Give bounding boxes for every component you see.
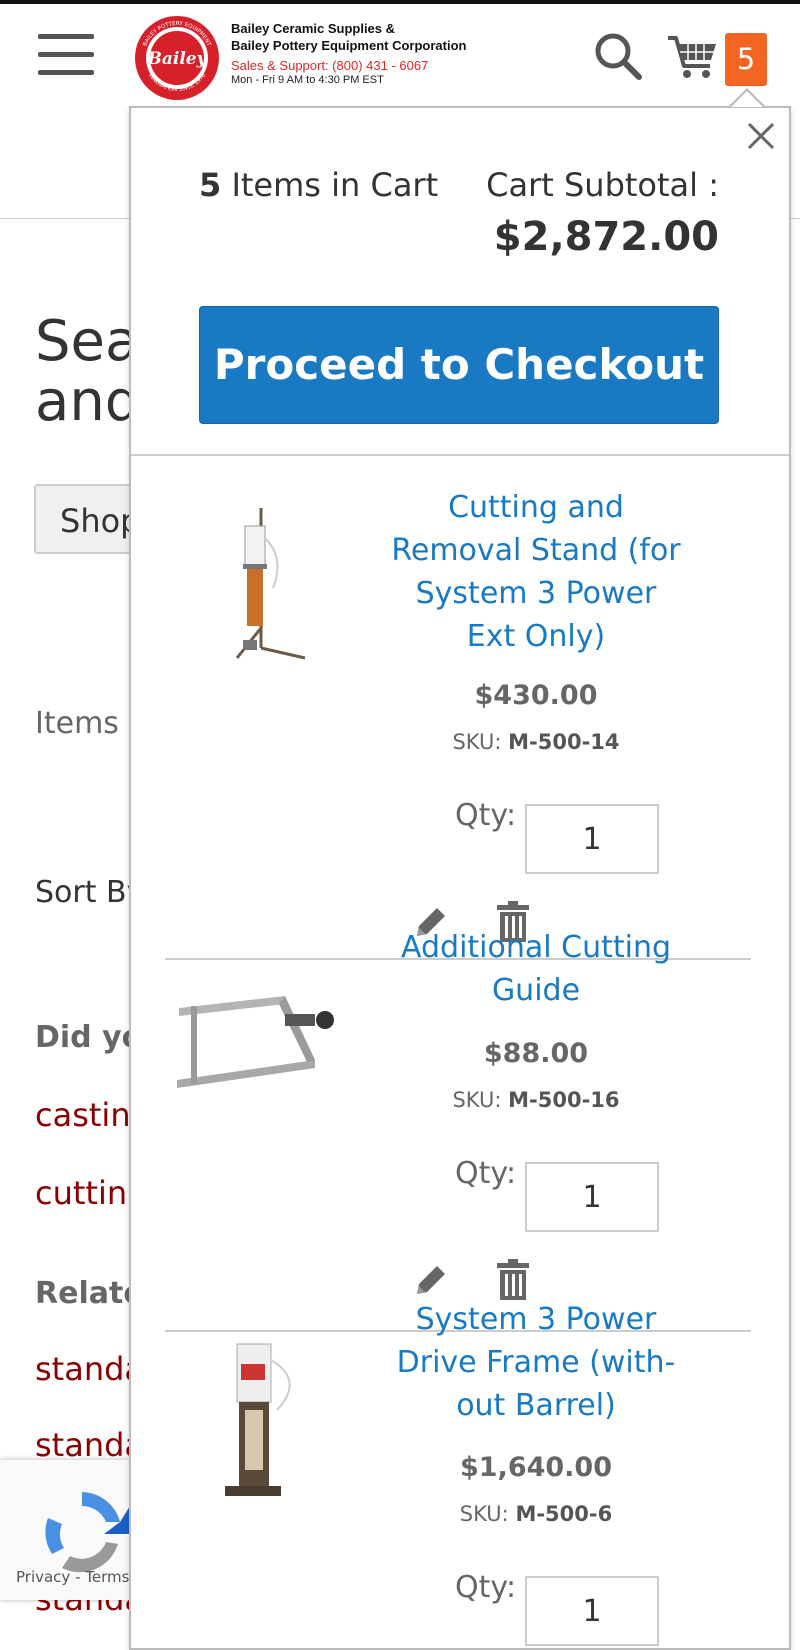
subtotal-label: Cart Subtotal :	[486, 166, 719, 204]
cart-icon[interactable]	[666, 32, 718, 82]
related-heading: Relate	[35, 1276, 144, 1311]
subtotal-amount: $2,872.00	[493, 214, 719, 260]
qty-label: Qty:	[455, 1570, 517, 1605]
product-image[interactable]	[165, 498, 335, 668]
proceed-to-checkout-button[interactable]: Proceed to Checkout	[199, 306, 719, 424]
product-price: $430.00	[474, 680, 598, 711]
recaptcha-icon	[45, 1492, 130, 1573]
hamburger-icon[interactable]	[38, 34, 94, 80]
cart-count-badge[interactable]: 5	[725, 33, 767, 86]
minicart-dropdown: 5 Items in Cart Cart Subtotal : $2,872.0…	[129, 106, 791, 1650]
product-price: $1,640.00	[459, 1452, 613, 1483]
product-name-link[interactable]: Cutting and Removal Stand (for System 3 …	[391, 486, 681, 658]
did-you-mean-heading: Did yo	[35, 1020, 143, 1055]
search-icon[interactable]	[592, 30, 644, 82]
related-link[interactable]: standa	[35, 1350, 144, 1388]
product-name-link[interactable]: Additional Cutting Guide	[391, 926, 681, 1012]
product-sku: SKU: M-500-6	[459, 1502, 613, 1526]
product-image[interactable]	[165, 968, 335, 1138]
related-link[interactable]: standa	[35, 1426, 144, 1464]
recaptcha-footer[interactable]: Privacy - Terms	[16, 1568, 129, 1586]
brand-name: Bailey Ceramic Supplies &	[231, 21, 396, 36]
product-image[interactable]	[165, 1340, 335, 1510]
business-hours: Mon - Fri 9 AM to 4:30 PM EST	[231, 74, 384, 86]
items-count-label: Items	[35, 706, 119, 741]
brand-name-2: Bailey Pottery Equipment Corporation	[231, 38, 467, 53]
qty-input[interactable]	[525, 1576, 659, 1646]
close-icon[interactable]	[743, 118, 779, 154]
product-name-link[interactable]: System 3 Power Drive Frame (with-out Bar…	[391, 1298, 681, 1427]
product-sku: SKU: M-500-14	[452, 730, 620, 754]
qty-input[interactable]	[525, 804, 659, 874]
product-sku: SKU: M-500-16	[452, 1088, 620, 1112]
qty-label: Qty:	[455, 798, 517, 833]
qty-input[interactable]	[525, 1162, 659, 1232]
trash-icon[interactable]	[495, 1258, 531, 1300]
edit-icon[interactable]	[411, 1260, 451, 1300]
minicart-caret-fill	[731, 91, 763, 107]
product-price: $88.00	[483, 1038, 589, 1069]
qty-label: Qty:	[455, 1156, 517, 1191]
sort-by-label: Sort By	[35, 875, 145, 910]
svg-text:Bailey: Bailey	[147, 49, 208, 69]
page-title: Sea and	[35, 309, 141, 434]
brand-block: Bailey Ceramic Supplies & Bailey Pottery…	[231, 20, 466, 86]
cart-items-count: 5 Items in Cart	[199, 166, 439, 204]
support-phone[interactable]: Sales & Support: (800) 431 - 6067	[231, 58, 466, 73]
bailey-logo[interactable]: Bailey BAILEY POTTERY EQUIPMENT INNOVATI…	[132, 14, 222, 102]
divider	[131, 454, 789, 456]
